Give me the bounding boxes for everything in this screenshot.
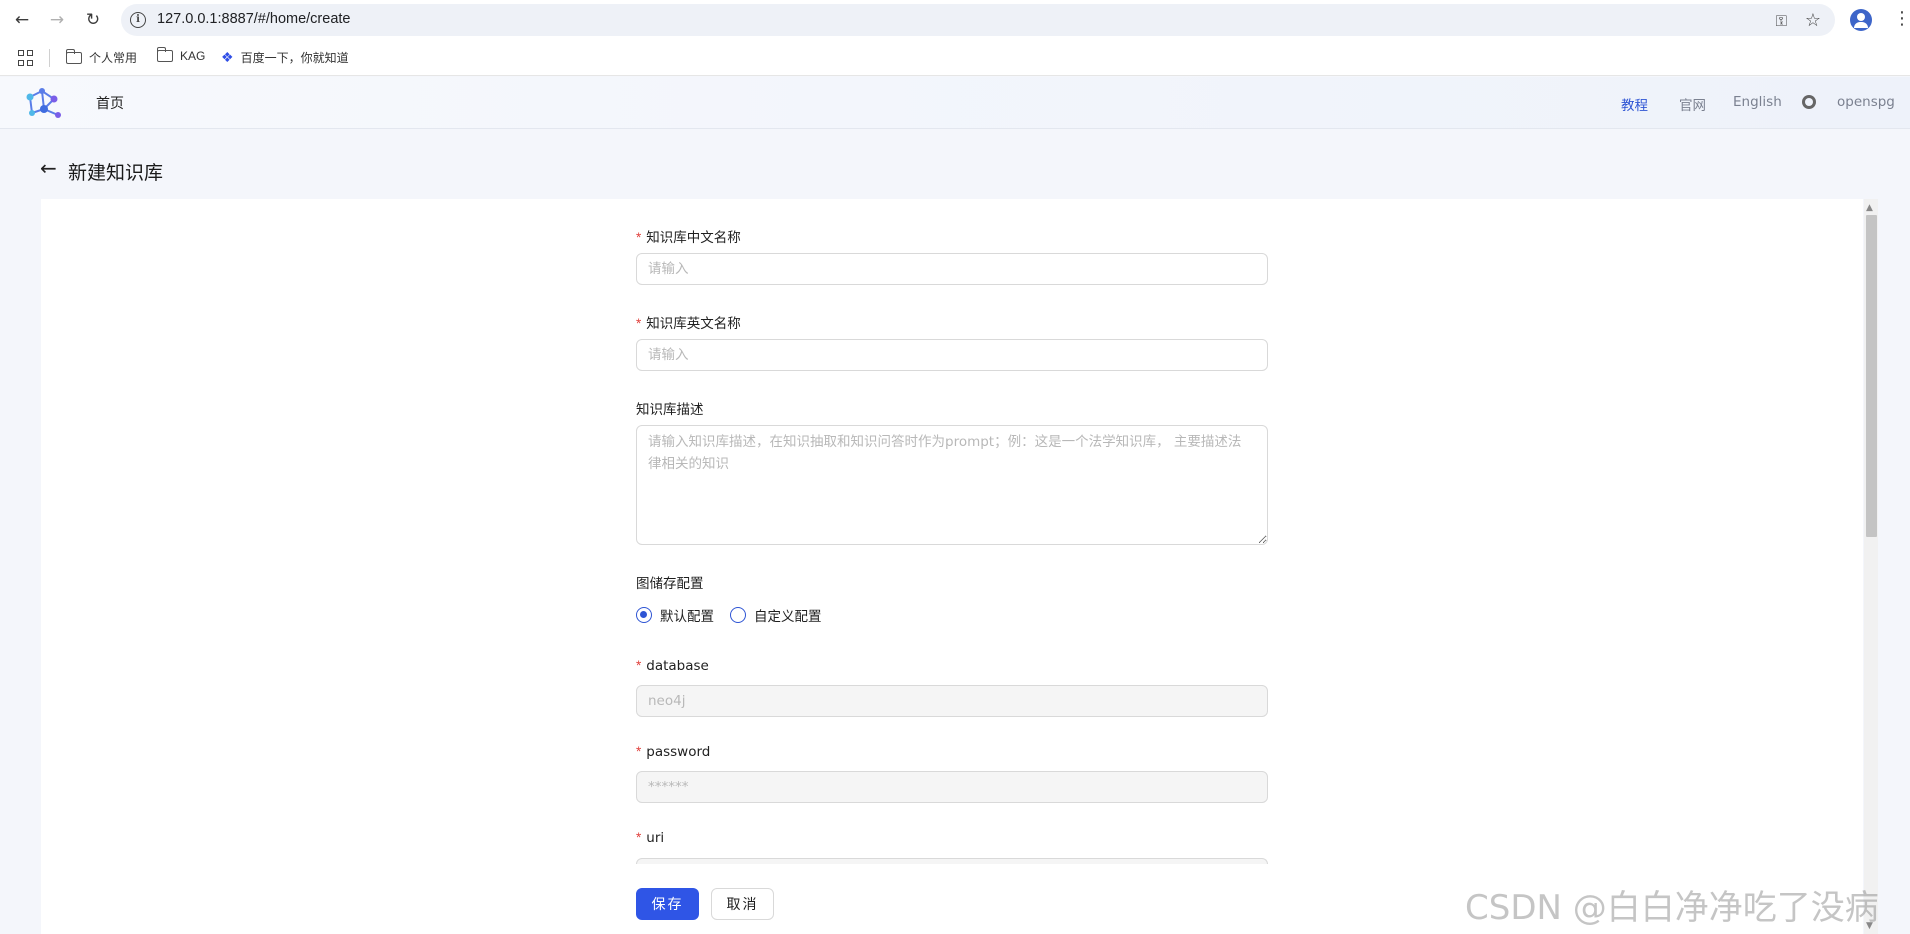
folder-icon [156,47,173,62]
uri-label: * uri [636,830,665,846]
watermark: CSDN @白白净净吃了没病 [1465,888,1879,928]
database-input [636,685,1268,717]
browser-toolbar: ← → ↻ i 127.0.0.1:8887/#/home/create ⚿ ☆… [0,0,1910,40]
radio-unchecked-icon[interactable] [730,607,746,623]
scroll-up-arrow-icon[interactable]: ▲ [1866,204,1873,213]
required-mark: * [636,830,642,845]
bookmarks-bar: 个人常用 KAG ❖ 百度一下，你就知道 [0,40,1910,76]
required-mark: * [636,658,642,673]
form-card [41,199,1863,934]
cancel-button[interactable]: 取消 [711,888,774,920]
kag-logo-icon[interactable] [22,87,66,121]
en-name-label: * 知识库英文名称 [636,316,741,332]
radio-checked-icon[interactable] [636,607,652,623]
required-mark: * [636,316,642,331]
radio-custom-config[interactable]: 自定义配置 [730,605,822,625]
radio-default-config[interactable]: 默认配置 [636,605,714,625]
description-label: 知识库描述 [636,402,704,418]
radio-label: 默认配置 [660,609,714,625]
apps-grid-icon[interactable] [18,50,34,66]
scrollbar-thumb[interactable] [1866,215,1877,537]
profile-avatar-icon[interactable] [1850,9,1872,31]
cn-name-label: * 知识库中文名称 [636,230,741,246]
bookmark-label: 百度一下，你就知道 [240,51,349,65]
folder-icon [65,48,82,64]
app-header: 首页 教程 官网 English openspg [0,77,1910,129]
baidu-paw-icon: ❖ [221,49,234,65]
url-text[interactable]: 127.0.0.1:8887/#/home/create [157,11,350,27]
required-mark: * [636,744,642,759]
bookmark-label: KAG [180,49,206,63]
bookmark-folder-personal[interactable]: 个人常用 [65,48,138,66]
github-icon[interactable] [1802,95,1816,109]
bookmark-star-icon[interactable]: ☆ [1805,10,1821,31]
bookmark-baidu[interactable]: ❖ 百度一下，你就知道 [221,49,349,66]
bookmarks-divider [49,49,50,67]
required-mark: * [636,230,642,245]
password-input [636,771,1268,803]
graph-store-radio-group: 默认配置 自定义配置 [636,605,822,625]
graph-store-label: 图储存配置 [636,576,704,592]
en-name-input[interactable] [636,339,1268,371]
tutorial-link[interactable]: 教程 [1621,94,1648,114]
reload-icon[interactable]: ↻ [81,8,105,32]
description-textarea[interactable] [636,425,1268,545]
password-key-icon[interactable]: ⚿ [1776,12,1787,30]
english-link[interactable]: English [1733,94,1782,110]
page-title: 新建知识库 [68,162,164,184]
bookmark-folder-kag[interactable]: KAG [156,47,206,63]
address-bar[interactable]: i 127.0.0.1:8887/#/home/create ⚿ ☆ [121,4,1835,36]
bookmark-label: 个人常用 [89,51,138,65]
back-arrow-icon[interactable]: ← [40,158,57,178]
database-label: * database [636,658,709,674]
nav-home-link[interactable]: 首页 [96,93,124,113]
forward-icon[interactable]: → [45,8,69,32]
openspg-link[interactable]: openspg [1837,94,1895,110]
save-button[interactable]: 保存 [636,888,699,920]
uri-input [636,858,1268,864]
official-site-link[interactable]: 官网 [1679,94,1706,114]
password-label: * password [636,744,711,760]
site-info-icon[interactable]: i [130,12,146,28]
browser-menu-icon[interactable]: ⋮ [1893,10,1910,28]
back-icon[interactable]: ← [10,8,34,32]
radio-label: 自定义配置 [754,609,822,625]
cn-name-input[interactable] [636,253,1268,285]
